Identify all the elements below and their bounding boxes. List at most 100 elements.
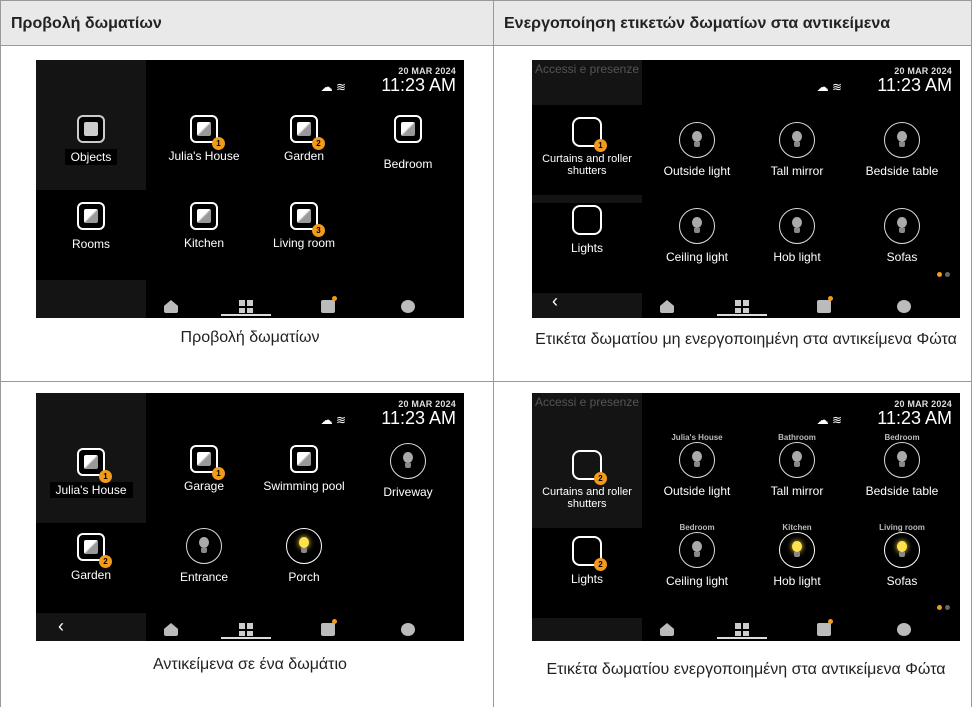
bulb-on-icon bbox=[286, 528, 322, 564]
tile-label: Kitchen bbox=[183, 236, 225, 250]
tile-room[interactable]: 1 Garage bbox=[154, 445, 254, 493]
tile-light[interactable]: Driveway bbox=[358, 443, 458, 499]
room-icon bbox=[394, 115, 422, 143]
tile-light[interactable]: Sofas bbox=[852, 208, 952, 264]
tile-light[interactable]: Bedroom Ceiling light bbox=[647, 523, 747, 588]
tile-light[interactable]: Bedroom Bedside table bbox=[852, 433, 952, 498]
tile-room[interactable]: 1 Julia's House bbox=[154, 115, 254, 163]
tile-label: Bedroom bbox=[383, 157, 433, 171]
sidebar: Accessi e presenze 2 Curtains and roller… bbox=[532, 393, 642, 641]
sidebar-item-julias-house[interactable]: 1 Julia's House bbox=[36, 438, 146, 528]
notification-dot bbox=[332, 296, 337, 301]
badge: 2 bbox=[99, 555, 112, 568]
tile-light[interactable]: Bathroom Tall mirror bbox=[747, 433, 847, 498]
caption: Ετικέτα δωματίου ενεργοποιημένη στα αντι… bbox=[546, 661, 946, 678]
badge: 2 bbox=[312, 137, 325, 150]
tile-room[interactable]: Bedroom bbox=[358, 115, 458, 171]
tile-light[interactable]: Porch bbox=[254, 528, 354, 584]
home-icon[interactable] bbox=[660, 623, 674, 636]
caption: Προβολή δωματίων bbox=[180, 329, 320, 346]
room-label: Bathroom bbox=[778, 433, 816, 442]
page-dot bbox=[945, 272, 950, 277]
status-bar: 20 MAR 2024 11:23 AM bbox=[877, 399, 952, 427]
sidebar-item-lights[interactable]: 2 Lights bbox=[532, 528, 642, 618]
bulb-icon bbox=[779, 122, 815, 158]
gear-icon[interactable] bbox=[401, 300, 415, 313]
badge: 2 bbox=[594, 472, 607, 485]
sidebar-item-label: Julia's House bbox=[49, 482, 133, 498]
tile-label: Entrance bbox=[179, 570, 229, 584]
house-icon: 1 bbox=[77, 448, 112, 483]
grid-icon[interactable] bbox=[735, 623, 749, 636]
gear-icon[interactable] bbox=[897, 623, 911, 636]
comparison-table: Προβολή δωματίων Ενεργοποίηση ετικετών δ… bbox=[0, 0, 972, 707]
sidebar-item-objects[interactable]: Objects bbox=[36, 105, 146, 195]
home-icon[interactable] bbox=[660, 300, 674, 313]
house-icon: 1 bbox=[190, 115, 225, 150]
tile-light[interactable]: Kitchen Hob light bbox=[747, 523, 847, 588]
gear-icon[interactable] bbox=[401, 623, 415, 636]
tile-light[interactable]: Bedside table bbox=[852, 122, 952, 178]
bulb-icon bbox=[679, 122, 715, 158]
sidebar-item-curtains[interactable]: 1 Curtains and roller shutters bbox=[532, 105, 642, 195]
tile-room[interactable]: 2 Garden bbox=[254, 115, 354, 163]
tile-room[interactable]: Kitchen bbox=[154, 202, 254, 250]
time: 11:23 AM bbox=[381, 75, 456, 95]
sidebar-item-curtains[interactable]: 2 Curtains and roller shutters bbox=[532, 438, 642, 528]
room-label: Living room bbox=[879, 523, 925, 532]
room-icon bbox=[77, 202, 105, 230]
sidebar: Accessi e presenze 1 Curtains and roller… bbox=[532, 60, 642, 318]
chat-icon[interactable] bbox=[321, 300, 335, 313]
tile-label: Outside light bbox=[663, 164, 731, 178]
back-chevron-icon[interactable]: ‹ bbox=[58, 616, 64, 637]
chat-icon[interactable] bbox=[817, 300, 831, 313]
sidebar-item-lights[interactable]: Lights bbox=[532, 203, 642, 293]
tile-light[interactable]: Living room Sofas bbox=[852, 523, 952, 588]
sidebar-item-garden[interactable]: 2 Garden bbox=[36, 523, 146, 613]
cloud-wifi-icon: ☁ ≋ bbox=[320, 80, 346, 94]
sidebar-item-faded: Accessi e presenze bbox=[534, 62, 640, 76]
home-icon[interactable] bbox=[164, 623, 178, 636]
chat-icon[interactable] bbox=[321, 623, 335, 636]
sidebar-item-rooms[interactable]: Rooms bbox=[36, 190, 146, 280]
bulb-icon bbox=[779, 208, 815, 244]
notification-dot bbox=[828, 619, 833, 624]
home-icon[interactable] bbox=[164, 300, 178, 313]
tile-light[interactable]: Hob light bbox=[747, 208, 847, 264]
page-dot-active bbox=[937, 605, 942, 610]
tile-room[interactable]: Swimming pool bbox=[254, 445, 354, 493]
tile-light[interactable]: Tall mirror bbox=[747, 122, 847, 178]
tile-light[interactable]: Entrance bbox=[154, 528, 254, 584]
screen-room-view: Objects Rooms 20 MAR 2024 11:23 AM ☁ ≋ 1… bbox=[36, 60, 464, 318]
room-icon: 2 bbox=[77, 533, 112, 568]
bulb-icon bbox=[679, 442, 715, 478]
tile-label: Sofas bbox=[886, 250, 918, 264]
tile-label: Outside light bbox=[663, 484, 731, 498]
room-icon: 1 bbox=[190, 445, 225, 480]
chat-icon[interactable] bbox=[817, 623, 831, 636]
tile-label: Julia's House bbox=[168, 149, 240, 163]
tile-label: Bedside table bbox=[865, 164, 939, 178]
active-indicator bbox=[717, 637, 767, 639]
page-dot bbox=[945, 605, 950, 610]
sidebar-item-label: Rooms bbox=[65, 236, 116, 252]
sidebar-item-label: Lights bbox=[570, 241, 604, 255]
tile-light[interactable]: Julia's House Outside light bbox=[647, 433, 747, 498]
tile-light[interactable]: Outside light bbox=[647, 122, 747, 178]
tile-room[interactable]: 3 Living room bbox=[254, 202, 354, 250]
grid-icon[interactable] bbox=[239, 300, 253, 313]
curtain-icon: 2 bbox=[572, 450, 607, 485]
back-chevron-icon[interactable]: ‹ bbox=[552, 291, 558, 312]
tile-label: Bedside table bbox=[865, 484, 939, 498]
tile-label: Living room bbox=[272, 236, 336, 250]
time: 11:23 AM bbox=[877, 75, 952, 95]
grid-icon[interactable] bbox=[239, 623, 253, 636]
grid-icon[interactable] bbox=[735, 300, 749, 313]
bulb-icon bbox=[679, 208, 715, 244]
tile-light[interactable]: Ceiling light bbox=[647, 208, 747, 264]
room-icon bbox=[290, 445, 318, 473]
gear-icon[interactable] bbox=[897, 300, 911, 313]
cloud-wifi-icon: ☁ ≋ bbox=[816, 413, 842, 427]
table-border bbox=[0, 46, 1, 707]
row-divider bbox=[0, 381, 972, 382]
